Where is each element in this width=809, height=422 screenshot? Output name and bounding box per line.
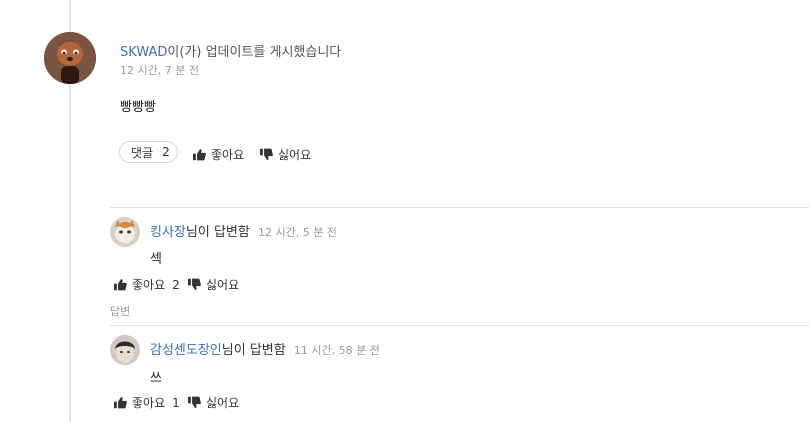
comments-count: 2 <box>162 145 170 159</box>
like-button[interactable]: 좋아요 <box>193 146 244 163</box>
reply-divider <box>110 325 809 326</box>
thumbs-down-icon <box>188 278 201 290</box>
thumbs-down-icon <box>260 148 273 160</box>
post-body: 빵빵빵 <box>120 100 156 115</box>
thumbs-up-icon <box>193 149 206 161</box>
reply-avatar[interactable] <box>110 335 140 365</box>
comments-label: 댓글 <box>131 145 154 160</box>
post-header: SKWAD이(가) 업데이트를 게시했습니다 <box>120 41 341 60</box>
reply-divider <box>110 207 809 208</box>
thumbs-up-icon <box>114 279 127 291</box>
reply-author-link[interactable]: 감성센도장인 <box>150 343 222 358</box>
dislike-button[interactable]: 싫어요 <box>260 146 311 163</box>
post-timestamp[interactable]: 12 시간, 7 분 전 <box>120 62 199 78</box>
like-label: 좋아요 <box>211 148 245 162</box>
reply-link[interactable]: 답변 <box>110 303 130 319</box>
reply-dislike-label: 싫어요 <box>206 396 240 410</box>
reply-avatar[interactable] <box>110 217 140 247</box>
dislike-label: 싫어요 <box>278 148 312 162</box>
reply-action-text: 님이 답변함 <box>221 343 286 358</box>
reply-body: 섹 <box>150 252 162 267</box>
reply-action-text: 님이 답변함 <box>185 225 250 240</box>
reply-header: 감성센도장인님이 답변함 11 시간, 58 분 전 <box>150 339 380 358</box>
reply-like-button[interactable]: 좋아요 1 <box>114 394 180 411</box>
thumbs-up-icon <box>114 397 127 409</box>
reply-author-link[interactable]: 킹사장 <box>150 225 186 240</box>
reply-dislike-label: 싫어요 <box>206 278 240 292</box>
reply-timestamp[interactable]: 11 시간, 58 분 전 <box>294 344 380 357</box>
post-action-text: 이(가) 업데이트를 게시했습니다 <box>167 45 342 60</box>
author-link[interactable]: SKWAD <box>120 45 167 60</box>
reply-like-label: 좋아요 <box>132 278 166 292</box>
reply-dislike-button[interactable]: 싫어요 <box>188 276 239 293</box>
comments-button[interactable]: 댓글 2 <box>119 141 178 163</box>
reply-header: 킹사장님이 답변함 12 시간, 5 분 전 <box>150 221 337 240</box>
reply-timestamp[interactable]: 12 시간, 5 분 전 <box>258 226 337 239</box>
reply-body: 쓰 <box>150 371 162 386</box>
reply-like-count: 1 <box>172 395 180 410</box>
reply-like-button[interactable]: 좋아요 2 <box>114 276 180 293</box>
reply-like-count: 2 <box>172 277 180 292</box>
author-avatar[interactable] <box>44 32 96 84</box>
reply-dislike-button[interactable]: 싫어요 <box>188 394 239 411</box>
thumbs-down-icon <box>188 396 201 408</box>
reply-like-label: 좋아요 <box>132 396 166 410</box>
